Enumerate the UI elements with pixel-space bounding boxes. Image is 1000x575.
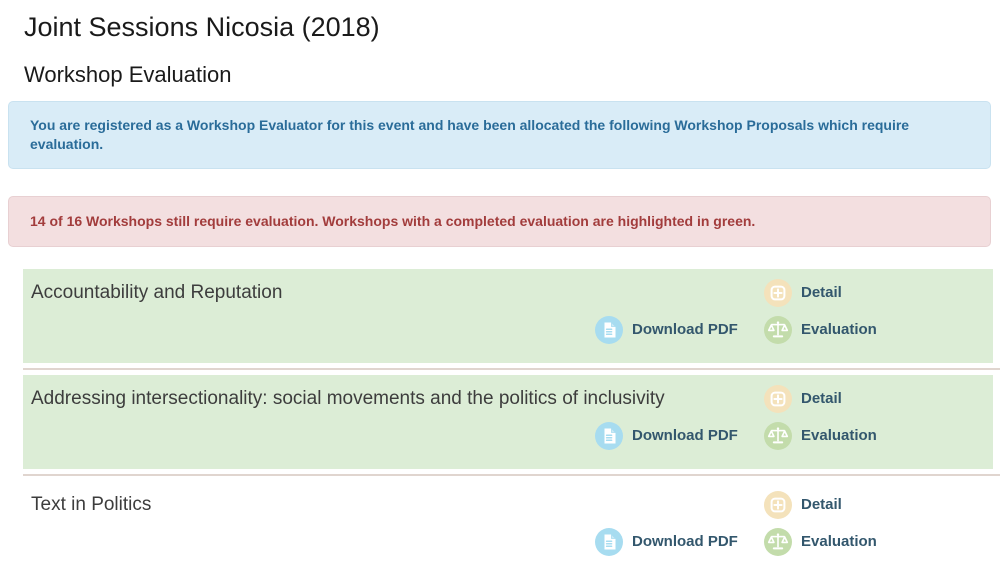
workshop-card: Accountability and Reputation Detail Dow… <box>23 269 993 363</box>
workshop-title: Addressing intersectionality: social mov… <box>31 388 665 409</box>
workshop-list: Accountability and Reputation Detail Dow… <box>23 269 1000 575</box>
page-title: Joint Sessions Nicosia (2018) <box>24 12 380 42</box>
scales-icon <box>764 316 792 344</box>
detail-button[interactable]: Detail <box>764 279 842 307</box>
info-alert: You are registered as a Workshop Evaluat… <box>8 101 991 169</box>
plus-square-icon <box>764 279 792 307</box>
detail-button[interactable]: Detail <box>764 385 842 413</box>
download-pdf-button[interactable]: Download PDF <box>595 316 738 344</box>
plus-square-icon <box>764 491 792 519</box>
scales-icon <box>764 422 792 450</box>
detail-label: Detail <box>801 390 842 407</box>
plus-square-icon <box>764 385 792 413</box>
workshop-card: Addressing intersectionality: social mov… <box>23 375 993 469</box>
pdf-file-icon <box>595 316 623 344</box>
download-pdf-label: Download PDF <box>632 321 738 338</box>
detail-button[interactable]: Detail <box>764 491 842 519</box>
evaluation-label: Evaluation <box>801 321 877 338</box>
card-separator <box>23 368 1000 370</box>
warning-alert: 14 of 16 Workshops still require evaluat… <box>8 196 991 247</box>
evaluation-button[interactable]: Evaluation <box>764 422 877 450</box>
pdf-file-icon <box>595 422 623 450</box>
evaluation-label: Evaluation <box>801 427 877 444</box>
detail-label: Detail <box>801 496 842 513</box>
workshop-title: Accountability and Reputation <box>31 282 283 303</box>
card-separator <box>23 474 1000 476</box>
page-subtitle: Workshop Evaluation <box>24 62 232 87</box>
download-pdf-label: Download PDF <box>632 427 738 444</box>
detail-label: Detail <box>801 284 842 301</box>
evaluation-button[interactable]: Evaluation <box>764 316 877 344</box>
workshop-card: Text in Politics Detail Download PDF Eva… <box>23 481 993 575</box>
workshop-title: Text in Politics <box>31 494 152 515</box>
download-pdf-button[interactable]: Download PDF <box>595 422 738 450</box>
